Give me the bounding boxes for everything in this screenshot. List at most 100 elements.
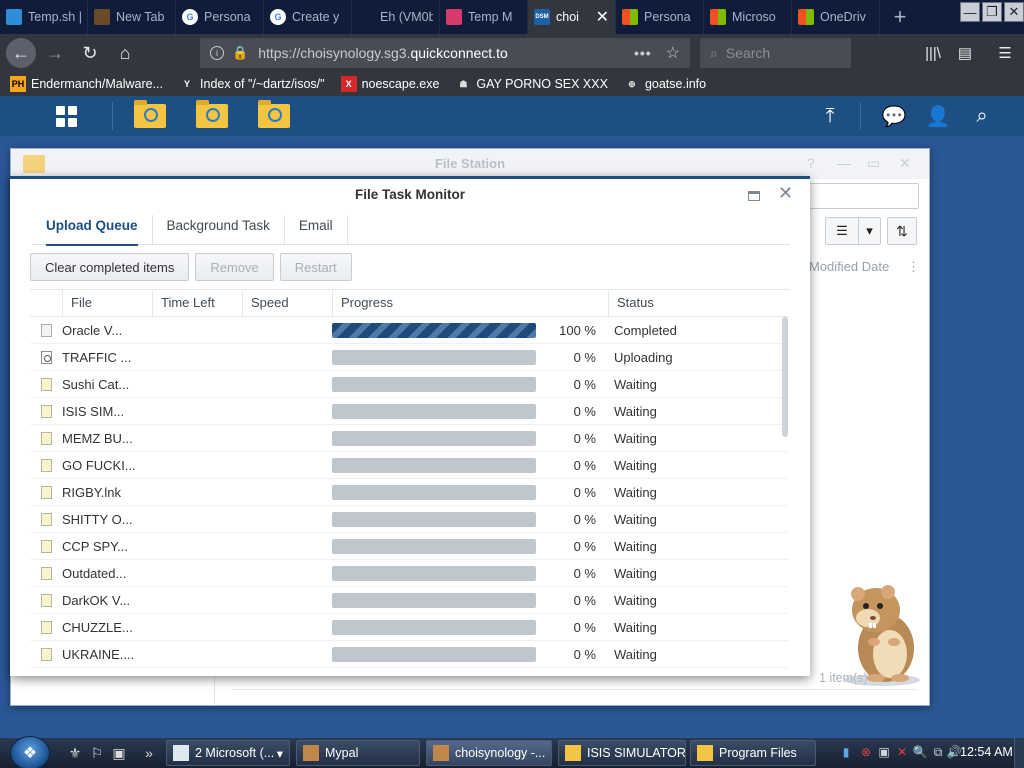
table-row[interactable]: RIGBY.lnk 0 % Waiting xyxy=(30,479,788,506)
table-row[interactable]: MEMZ BU... 0 % Waiting xyxy=(30,425,788,452)
close-browser-button[interactable]: ✕ xyxy=(1004,2,1024,22)
taskbar-button[interactable]: Mypal xyxy=(296,740,420,766)
remove-button[interactable]: Remove xyxy=(195,253,274,281)
browser-tab[interactable]: New Tab xyxy=(88,0,176,34)
table-row[interactable]: GO FUCKI... 0 % Waiting xyxy=(30,452,788,479)
tab-background-task[interactable]: Background Task xyxy=(153,215,285,245)
browser-tab[interactable]: G Create y xyxy=(264,0,352,34)
table-row[interactable]: Oracle V... 100 % Completed xyxy=(30,317,788,344)
restore-button[interactable]: ❐ xyxy=(982,2,1002,22)
taskbar-button[interactable]: Program Files xyxy=(690,740,816,766)
quick-launch-network-icon[interactable]: ⚐ xyxy=(88,744,106,762)
modified-date-column-header[interactable]: Modified Date xyxy=(809,259,889,274)
table-row[interactable]: DarkOK V... 0 % Waiting xyxy=(30,587,788,614)
tab-upload-queue[interactable]: Upload Queue xyxy=(32,215,153,246)
site-info-icon[interactable]: i xyxy=(210,46,224,60)
sidebar-button[interactable]: ▤ xyxy=(950,38,980,68)
column-menu-icon[interactable]: ⋮ xyxy=(907,259,920,275)
status-column-header[interactable]: Status xyxy=(608,290,784,316)
sort-button[interactable]: ⇅ xyxy=(887,217,917,245)
browser-tab[interactable]: Temp.sh | T xyxy=(0,0,88,34)
table-row[interactable]: TRAFFIC ... 0 % Uploading xyxy=(30,344,788,371)
table-row[interactable]: SHITTY O... 0 % Waiting xyxy=(30,506,788,533)
browser-tab[interactable]: OneDriv xyxy=(792,0,880,34)
bookmark-item[interactable]: ☗ GAY PORNO SEX XXX xyxy=(455,76,608,92)
file-icon xyxy=(40,620,52,634)
maximize-icon[interactable] xyxy=(748,191,760,201)
bookmark-label: Endermanch/Malware... xyxy=(31,77,164,91)
minimize-icon[interactable]: — xyxy=(837,155,851,171)
speed-column-header[interactable]: Speed xyxy=(242,290,332,316)
minimize-button[interactable]: — xyxy=(960,2,980,22)
tray-error-icon[interactable]: ✕ xyxy=(894,744,910,760)
file-name: ISIS SIM... xyxy=(62,403,125,419)
bookmark-item[interactable]: Xnoescape.exe xyxy=(340,76,439,92)
file-station-app-1[interactable] xyxy=(122,96,178,136)
tray-network-icon[interactable]: ⧉ xyxy=(930,744,946,760)
table-row[interactable]: Outdated... 0 % Waiting xyxy=(30,560,788,587)
browser-tab[interactable]: Temp M xyxy=(440,0,528,34)
library-icon: |||\ xyxy=(925,44,941,62)
view-mode-button[interactable]: ☰ ▾ xyxy=(825,217,881,245)
main-menu-button[interactable] xyxy=(38,96,94,136)
restart-button[interactable]: Restart xyxy=(279,253,352,281)
page-actions-icon[interactable]: ••• xyxy=(634,45,652,61)
table-row[interactable]: UKRAINE.... 0 % Waiting xyxy=(30,641,788,668)
time-left-column-header[interactable]: Time Left xyxy=(152,290,242,316)
file-station-app-2[interactable] xyxy=(184,96,240,136)
close-tab-icon[interactable]: ✕ xyxy=(596,7,609,27)
url-bar[interactable]: i 🔒 https://choisynology.sg3. quickconnec… xyxy=(200,38,690,68)
table-row[interactable]: Sushi Cat... 0 % Waiting xyxy=(30,371,788,398)
browser-tab[interactable]: Eh (VM0b0 xyxy=(352,0,440,34)
browser-tab[interactable]: Microso xyxy=(704,0,792,34)
file-column-header[interactable]: File xyxy=(62,290,152,316)
forward-arrow-icon: → xyxy=(46,42,64,63)
bookmark-star-icon[interactable]: ☆ xyxy=(666,43,680,63)
table-row[interactable]: ISIS SIM... 0 % Waiting xyxy=(30,398,788,425)
taskbar-clock[interactable]: 12:54 AM xyxy=(960,745,1013,759)
quick-launch-more-icon[interactable]: » xyxy=(140,744,158,762)
table-row[interactable]: CCP SPY... 0 % Waiting xyxy=(30,533,788,560)
browser-tab[interactable]: DSM choi ✕ xyxy=(528,0,616,34)
user-button[interactable]: 👤 xyxy=(916,96,960,136)
taskbar-button[interactable]: choisynology -... xyxy=(426,740,552,766)
forward-button[interactable]: → xyxy=(39,37,71,69)
library-button[interactable]: |||\ xyxy=(918,38,948,68)
tab-email[interactable]: Email xyxy=(285,215,348,245)
browser-tab[interactable]: G Persona xyxy=(176,0,264,34)
tray-search-icon[interactable]: 🔍 xyxy=(912,744,928,760)
tray-app-icon[interactable]: ▣ xyxy=(876,744,892,760)
file-station-search-input[interactable] xyxy=(809,183,919,209)
chevron-down-icon: ▾ xyxy=(858,218,880,244)
pin-button[interactable]: ⤒ xyxy=(808,96,852,136)
home-button[interactable]: ⌂ xyxy=(109,37,141,69)
back-button[interactable]: ← xyxy=(6,38,36,68)
quick-launch-app-icon[interactable]: ⚜ xyxy=(66,744,84,762)
reload-button[interactable]: ↻ xyxy=(74,37,106,69)
start-button[interactable]: ❖ xyxy=(10,736,50,768)
file-station-app-3[interactable] xyxy=(246,96,302,136)
bookmark-item[interactable]: Y Index of "/~dartz/isos/" xyxy=(179,76,325,92)
taskbar-button[interactable]: 2 Microsoft (... ▾ xyxy=(166,740,290,766)
quick-launch-desktop-icon[interactable]: ▣ xyxy=(110,744,128,762)
maximize-icon[interactable]: ▭ xyxy=(867,155,880,172)
close-icon[interactable]: ✕ xyxy=(899,155,911,172)
progress-column-header[interactable]: Progress xyxy=(332,290,608,316)
taskbar-button[interactable]: ISIS SIMULATOR xyxy=(558,740,686,766)
notifications-button[interactable]: 💬 xyxy=(872,96,916,136)
tray-device-icon[interactable]: ▮ xyxy=(838,744,854,760)
show-desktop-button[interactable] xyxy=(1014,738,1024,768)
bookmark-item[interactable]: ⊕ goatse.info xyxy=(624,76,706,92)
search-input[interactable]: ⌕ Search xyxy=(700,38,851,68)
clear-completed-button[interactable]: Clear completed items xyxy=(30,253,190,281)
table-row[interactable]: CHUZZLE... 0 % Waiting xyxy=(30,614,788,641)
close-icon[interactable]: ✕ xyxy=(778,183,793,204)
tray-antivirus-icon[interactable]: ⊗ xyxy=(858,744,874,760)
new-tab-button[interactable]: + xyxy=(880,0,920,34)
bookmark-item[interactable]: PH Endermanch/Malware... xyxy=(10,76,163,92)
help-icon[interactable]: ? xyxy=(807,155,815,171)
scrollbar[interactable] xyxy=(782,317,788,437)
dsm-search-button[interactable]: ⌕ xyxy=(960,96,1004,136)
browser-tab[interactable]: Persona xyxy=(616,0,704,34)
menu-button[interactable]: ☰ xyxy=(990,38,1020,68)
